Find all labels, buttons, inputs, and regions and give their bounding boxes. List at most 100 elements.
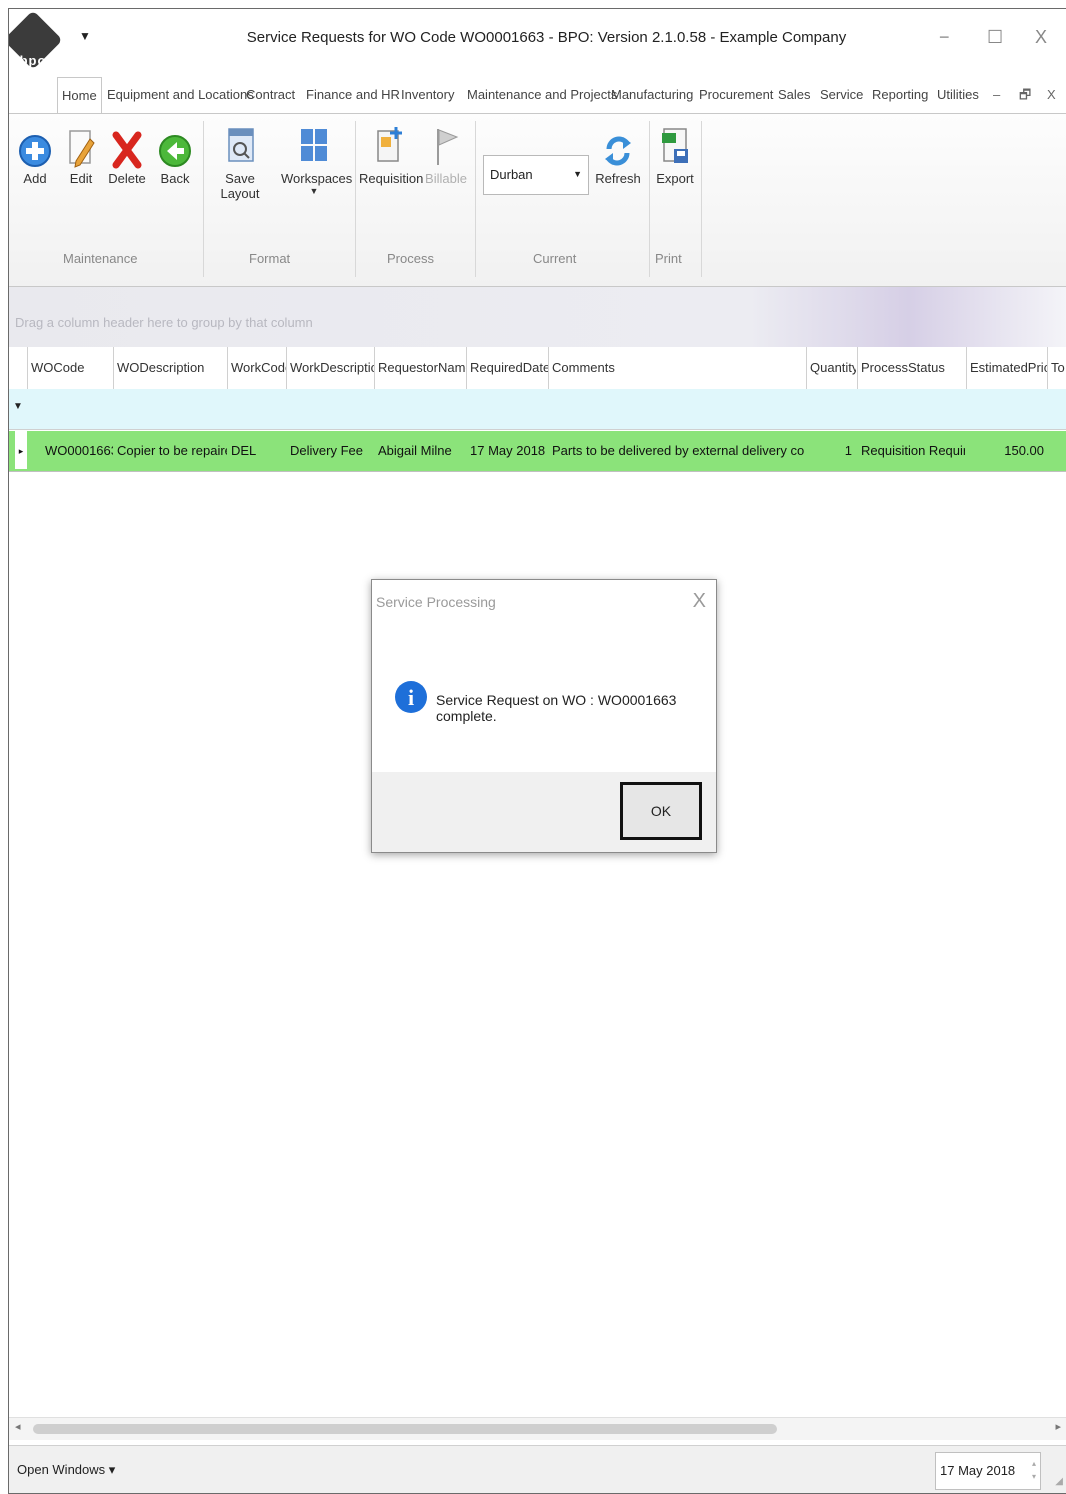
cell-workdescription: Delivery Fee bbox=[290, 443, 363, 458]
scroll-left-icon[interactable]: ◂ bbox=[15, 1420, 21, 1433]
tab-service[interactable]: Service bbox=[820, 77, 863, 113]
export-icon bbox=[662, 128, 688, 163]
tab-finance-and-hr[interactable]: Finance and HR bbox=[306, 77, 400, 113]
minimize-button[interactable]: − bbox=[939, 27, 950, 48]
column-header-comments[interactable]: Comments bbox=[548, 347, 806, 389]
cell-quantity: 1 bbox=[844, 443, 852, 458]
save-layout-button[interactable]: Save Layout bbox=[207, 121, 273, 201]
site-select[interactable]: Durban ▼ bbox=[483, 155, 589, 195]
workspaces-label: Workspaces bbox=[281, 171, 353, 186]
scroll-right-icon[interactable]: ▸ bbox=[1055, 1420, 1061, 1433]
billable-label: Billable bbox=[425, 171, 467, 186]
column-header-requireddate[interactable]: RequiredDate bbox=[466, 347, 548, 389]
close-button[interactable]: X bbox=[1035, 27, 1047, 48]
group-separator bbox=[203, 121, 204, 277]
requisition-icon bbox=[377, 127, 402, 162]
delete-button[interactable]: Delete bbox=[105, 121, 149, 186]
tab-reporting[interactable]: Reporting bbox=[872, 77, 928, 113]
filter-icon: ▼ bbox=[13, 401, 23, 412]
column-header-quantity[interactable]: Quantity bbox=[806, 347, 856, 389]
edit-button[interactable]: Edit bbox=[61, 121, 101, 186]
cell-wodescription: Copier to be repaired bbox=[117, 443, 227, 458]
delete-icon bbox=[112, 131, 142, 169]
save-layout-label: Save Layout bbox=[220, 171, 260, 201]
tab-maintenance-and-projects[interactable]: Maintenance and Projects bbox=[467, 77, 617, 113]
back-button[interactable]: Back bbox=[155, 121, 195, 186]
column-header-total[interactable]: To bbox=[1047, 347, 1066, 389]
refresh-label: Refresh bbox=[595, 171, 641, 186]
cell-comments: Parts to be delivered by external delive… bbox=[552, 443, 804, 458]
cell-workcode: DEL bbox=[231, 443, 257, 458]
dialog-close-button[interactable]: X bbox=[693, 590, 706, 613]
group-separator bbox=[649, 121, 650, 277]
maximize-button[interactable]: ☐ bbox=[987, 27, 1003, 48]
scrollbar-thumb[interactable] bbox=[33, 1424, 777, 1434]
open-windows-menu[interactable]: Open Windows ▾ bbox=[17, 1462, 115, 1478]
workspaces-button[interactable]: Workspaces ▼ bbox=[281, 121, 352, 196]
add-icon bbox=[19, 135, 51, 167]
add-label: Add bbox=[23, 171, 47, 186]
cell-requestorname: Abigail Milne bbox=[378, 443, 452, 458]
service-processing-dialog: Service Processing X i Service Request o… bbox=[371, 579, 717, 853]
group-label-maintenance: Maintenance bbox=[63, 251, 138, 266]
group-label-format: Format bbox=[249, 251, 291, 266]
export-label: Export bbox=[656, 171, 694, 186]
grid-header: WOCode WODescription WorkCode WorkDescri… bbox=[9, 347, 1066, 390]
workspaces-icon bbox=[301, 129, 327, 161]
date-picker[interactable]: 17 May 2018 ▴ ▾ bbox=[935, 1452, 1041, 1490]
mdi-restore-button[interactable]: 🗗 bbox=[1019, 77, 1031, 113]
table-row[interactable]: ▸ WO0001663 Copier to be repaired DEL De… bbox=[9, 431, 1066, 472]
cell-estimatedprice: 150.00 bbox=[1004, 443, 1044, 458]
export-button[interactable]: Export bbox=[653, 121, 697, 186]
cell-wocode: WO0001663 bbox=[45, 443, 113, 458]
horizontal-scrollbar[interactable]: ◂ ▸ bbox=[9, 1417, 1066, 1440]
add-button[interactable]: Add bbox=[15, 121, 55, 186]
column-header-processstatus[interactable]: ProcessStatus bbox=[857, 347, 965, 389]
column-header-requestorname[interactable]: RequestorName bbox=[374, 347, 466, 389]
dialog-message: Service Request on WO : WO0001663 comple… bbox=[436, 692, 677, 724]
tab-inventory[interactable]: Inventory bbox=[401, 77, 454, 113]
tab-manufacturing[interactable]: Manufacturing bbox=[611, 77, 693, 113]
column-header-estimatedprice[interactable]: EstimatedPrice bbox=[966, 347, 1048, 389]
cell-processstatus: Requisition Required bbox=[861, 443, 965, 458]
requisition-label: Requisition bbox=[359, 171, 424, 186]
requisition-button[interactable]: Requisition bbox=[359, 121, 423, 186]
auto-filter-row[interactable]: ▼ bbox=[9, 389, 1066, 430]
group-label-process: Process bbox=[387, 251, 434, 266]
title-bar: bpo ▼ Service Requests for WO Code WO000… bbox=[9, 9, 1066, 70]
ok-button[interactable]: OK bbox=[620, 782, 702, 840]
tab-contract[interactable]: Contract bbox=[246, 77, 295, 113]
billable-button[interactable]: Billable bbox=[423, 121, 469, 186]
tab-equipment-and-locations[interactable]: Equipment and Locations bbox=[107, 77, 254, 113]
app-window: bpo ▼ Service Requests for WO Code WO000… bbox=[8, 8, 1066, 1494]
group-label-print: Print bbox=[655, 251, 682, 266]
info-icon-glyph: i bbox=[408, 685, 414, 710]
back-label: Back bbox=[160, 171, 190, 186]
workspaces-dropdown-arrow: ▼ bbox=[309, 186, 319, 196]
column-header-workdescription[interactable]: WorkDescription bbox=[286, 347, 374, 389]
group-separator bbox=[355, 121, 356, 277]
mdi-close-button[interactable]: X bbox=[1047, 77, 1056, 113]
flag-icon bbox=[437, 129, 459, 165]
tab-home[interactable]: Home bbox=[57, 77, 102, 114]
group-by-panel[interactable]: Drag a column header here to group by th… bbox=[9, 287, 1066, 347]
refresh-button[interactable]: Refresh bbox=[595, 121, 641, 186]
info-icon: i bbox=[395, 681, 427, 713]
refresh-icon bbox=[605, 136, 631, 166]
mdi-minimize-button[interactable]: – bbox=[993, 77, 1000, 113]
tab-utilities[interactable]: Utilities bbox=[937, 77, 979, 113]
column-header-wodescription[interactable]: WODescription bbox=[113, 347, 227, 389]
group-separator bbox=[475, 121, 476, 277]
spinner-icon[interactable]: ▴ ▾ bbox=[1032, 1457, 1036, 1483]
group-separator bbox=[701, 121, 702, 277]
resize-grip-icon[interactable]: ◢ bbox=[1055, 1476, 1063, 1487]
window-title: Service Requests for WO Code WO0001663 -… bbox=[246, 29, 847, 46]
back-icon bbox=[159, 135, 191, 167]
edit-icon bbox=[69, 130, 95, 168]
column-header-workcode[interactable]: WorkCode bbox=[227, 347, 287, 389]
chevron-down-icon: ▼ bbox=[573, 169, 582, 179]
row-indicator-icon: ▸ bbox=[15, 431, 27, 469]
tab-procurement[interactable]: Procurement bbox=[699, 77, 773, 113]
tab-sales[interactable]: Sales bbox=[778, 77, 811, 113]
column-header-wocode[interactable]: WOCode bbox=[27, 347, 111, 389]
